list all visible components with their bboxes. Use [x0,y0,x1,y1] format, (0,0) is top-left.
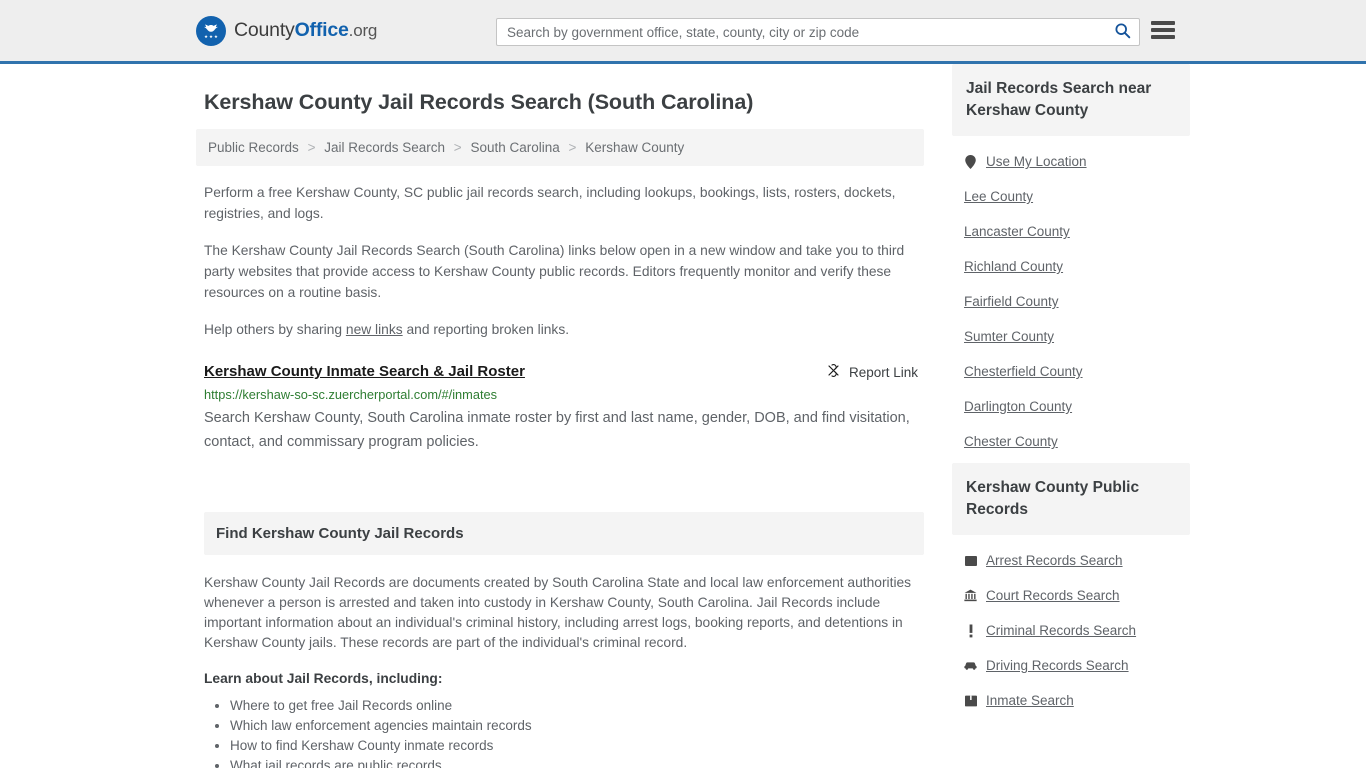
brand-pre: County [234,19,295,41]
sidebar-item-label: Sumter County [964,329,1055,344]
public-records-panel-header: Kershaw County Public Records [952,463,1190,535]
breadcrumb-separator-icon: > [568,140,577,155]
sidebar-item-label: Driving Records Search [986,658,1129,673]
sidebar-item-label: Richland County [964,259,1064,274]
sidebar-item-label: Fairfield County [964,294,1059,309]
search-bar [496,18,1140,46]
site-logo[interactable]: CountyOffice.org [196,15,377,46]
public-records-heading: Kershaw County Public Records [966,479,1140,518]
sidebar-item-chesterfield-county[interactable]: Chesterfield County [964,354,1190,389]
breadcrumb: Public Records > Jail Records Search > S… [196,129,924,166]
sidebar-item-lancaster-county[interactable]: Lancaster County [964,214,1190,249]
hamburger-menu-icon [1151,28,1175,32]
search-input[interactable] [497,19,1105,45]
page-body: Kershaw County Jail Records Search (Sout… [0,64,1366,768]
main-content: Kershaw County Jail Records Search (Sout… [196,64,924,768]
result-item: Kershaw County Inmate Search & Jail Rost… [204,362,924,454]
help-share-paragraph: Help others by sharing new links and rep… [204,319,916,340]
new-links-link[interactable]: new links [346,322,403,337]
sidebar-item-label: Inmate Search [986,693,1074,708]
sidebar-item-arrest-records-search[interactable]: Arrest Records Search [964,543,1190,578]
sidebar-item-label: Darlington County [964,399,1073,414]
learn-about-heading: Learn about Jail Records, including: [204,671,443,686]
report-link-button[interactable]: Report Link [826,362,924,381]
page-title: Kershaw County Jail Records Search (Sout… [204,90,754,114]
brand-accent: Office [294,19,349,41]
exclamation-icon [964,624,977,638]
broken-link-icon [826,363,841,381]
breadcrumb-separator-icon: > [307,140,316,155]
breadcrumb-separator-icon: > [453,140,462,155]
sidebar-item-criminal-records-search[interactable]: Criminal Records Search [964,613,1190,648]
breadcrumb-item-kershaw-county[interactable]: Kershaw County [585,140,684,155]
search-icon [1114,22,1131,42]
sidebar-item-court-records-search[interactable]: Court Records Search [964,578,1190,613]
nearby-searches-heading: Jail Records Search near Kershaw County [966,80,1152,119]
hamburger-menu-button[interactable] [1151,19,1175,41]
list-item: Where to get free Jail Records online [230,696,924,716]
brand-tld: .org [348,21,378,40]
list-item: Which law enforcement agencies maintain … [230,716,924,736]
report-link-label: Report Link [848,364,918,380]
breadcrumb-item-jail-records-search[interactable]: Jail Records Search [324,140,445,155]
site-header: CountyOffice.org [0,0,1366,64]
map-pin-icon [964,154,977,169]
sidebar-item-inmate-search[interactable]: Inmate Search [964,683,1190,718]
brand-wordmark: CountyOffice.org [234,19,377,42]
sidebar-item-lee-county[interactable]: Lee County [964,179,1190,214]
list-item: How to find Kershaw County inmate record… [230,736,924,756]
result-header-row: Kershaw County Inmate Search & Jail Rost… [204,362,924,382]
sidebar-item-use-my-location[interactable]: Use My Location [964,144,1190,179]
result-description: Search Kershaw County, South Carolina in… [204,410,910,450]
find-records-paragraph: Kershaw County Jail Records are document… [204,575,912,650]
sidebar-item-label: Lancaster County [964,224,1070,239]
jail-door-icon [964,695,977,707]
sidebar-item-label: Chester County [964,434,1058,449]
countyoffice-eagle-logo-icon [196,15,226,46]
sidebar-item-label: Court Records Search [986,588,1120,603]
intro-paragraph-2: The Kershaw County Jail Records Search (… [204,243,905,300]
search-submit-button[interactable] [1105,19,1139,45]
breadcrumb-item-public-records[interactable]: Public Records [208,140,299,155]
list-item: What jail records are public records [230,756,924,768]
nearby-searches-panel: Jail Records Search near Kershaw County … [952,64,1190,459]
sidebar-item-fairfield-county[interactable]: Fairfield County [964,284,1190,319]
courthouse-icon [964,589,977,602]
public-records-list: Arrest Records Search Court Records Sear… [952,535,1190,718]
intro-paragraph-1: Perform a free Kershaw County, SC public… [204,185,896,221]
hamburger-menu-icon [1151,35,1175,39]
sidebar-item-chester-county[interactable]: Chester County [964,424,1190,459]
sidebar: Jail Records Search near Kershaw County … [952,64,1190,768]
find-records-heading: Find Kershaw County Jail Records [216,525,464,542]
public-records-panel: Kershaw County Public Records Arrest Rec… [952,463,1190,718]
result-url[interactable]: https://kershaw-so-sc.zuercherportal.com… [204,387,924,402]
car-icon [964,660,977,671]
sidebar-item-richland-county[interactable]: Richland County [964,249,1190,284]
fingerprint-square-icon [964,555,977,567]
sidebar-item-label: Use My Location [986,154,1087,169]
sidebar-item-label: Lee County [964,189,1034,204]
nearby-searches-panel-header: Jail Records Search near Kershaw County [952,64,1190,136]
sidebar-item-label: Criminal Records Search [986,623,1137,638]
nearby-searches-list: Use My Location Lee County Lancaster Cou… [952,136,1190,459]
sidebar-item-sumter-county[interactable]: Sumter County [964,319,1190,354]
sidebar-item-darlington-county[interactable]: Darlington County [964,389,1190,424]
help-text-after: and reporting broken links. [402,322,570,337]
result-title-link[interactable]: Kershaw County Inmate Search & Jail Rost… [204,362,525,382]
find-records-section-body: Kershaw County Jail Records are document… [204,573,924,768]
find-records-section-header: Find Kershaw County Jail Records [204,512,924,555]
sidebar-item-label: Arrest Records Search [986,553,1123,568]
sidebar-item-label: Chesterfield County [964,364,1083,379]
sidebar-item-driving-records-search[interactable]: Driving Records Search [964,648,1190,683]
learn-about-list: Where to get free Jail Records online Wh… [230,696,924,768]
breadcrumb-item-south-carolina[interactable]: South Carolina [470,140,559,155]
help-text-before: Help others by sharing [204,322,346,337]
hamburger-menu-icon [1151,21,1175,25]
